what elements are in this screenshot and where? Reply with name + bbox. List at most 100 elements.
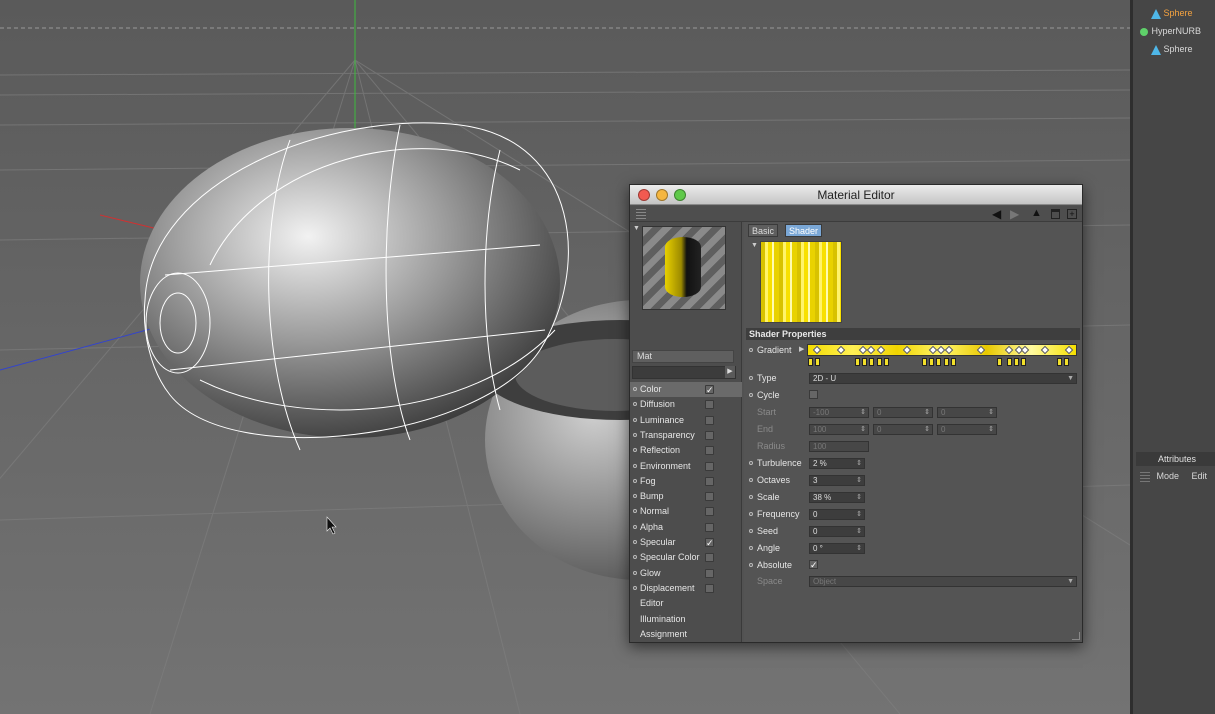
octaves-field[interactable]: 3 ⇕ (809, 475, 865, 486)
gradient-handle[interactable] (922, 358, 927, 366)
expand-gradient-icon[interactable]: ▶ (799, 345, 804, 353)
gradient-knot[interactable] (1040, 345, 1050, 355)
animate-dot-icon[interactable] (749, 546, 753, 550)
animate-dot-icon[interactable] (749, 495, 753, 499)
gradient-handle[interactable] (929, 358, 934, 366)
gradient-handle[interactable] (862, 358, 867, 366)
stepper-arrows-icon[interactable]: ⇕ (856, 544, 862, 553)
back-arrow-icon[interactable]: ◀ (992, 207, 1001, 221)
channel-checkbox[interactable] (705, 568, 714, 578)
channel-item-fog[interactable]: Fog (630, 474, 742, 489)
channel-item-editor[interactable]: Editor (630, 596, 742, 611)
angle-field[interactable]: 0 ° ⇕ (809, 543, 865, 554)
gradient-handle[interactable] (1007, 358, 1012, 366)
channel-checkbox[interactable] (705, 492, 714, 502)
stepper-arrows-icon[interactable]: ⇕ (856, 493, 862, 502)
channel-item-displacement[interactable]: Displacement (630, 581, 742, 596)
channel-item-diffusion[interactable]: Diffusion (630, 397, 742, 412)
channel-checkbox[interactable] (705, 461, 714, 471)
channel-item-bump[interactable]: Bump (630, 489, 742, 504)
material-subfield[interactable]: ▶ (632, 366, 736, 379)
animate-dot-icon[interactable] (749, 393, 753, 397)
channel-item-color[interactable]: Color ✓ (630, 382, 742, 397)
animate-dot-icon[interactable] (749, 461, 753, 465)
channel-item-environment[interactable]: Environment (630, 459, 742, 474)
channel-item-illumination[interactable]: Illumination (630, 612, 742, 627)
object-row-hypernurbs[interactable]: HyperNURB (1139, 26, 1201, 42)
play-arrow-icon[interactable]: ▶ (725, 366, 735, 378)
forward-arrow-icon[interactable]: ▶ (1010, 207, 1019, 221)
gradient-knot[interactable] (1064, 345, 1074, 355)
stepper-arrows-icon[interactable]: ⇕ (856, 476, 862, 485)
material-name-field[interactable]: Mat (632, 350, 734, 363)
channel-item-alpha[interactable]: Alpha (630, 520, 742, 535)
channel-item-specular[interactable]: Specular ✓ (630, 535, 742, 550)
animate-dot-icon[interactable] (749, 478, 753, 482)
menu-mode[interactable]: Mode (1157, 471, 1180, 481)
gradient-handle[interactable] (936, 358, 941, 366)
absolute-checkbox[interactable]: ✓ (809, 560, 818, 570)
material-editor-titlebar[interactable]: Material Editor (630, 185, 1082, 205)
gradient-knot[interactable] (812, 345, 822, 355)
gradient-knot[interactable] (836, 345, 846, 355)
animate-dot-icon[interactable] (749, 512, 753, 516)
material-preview[interactable] (642, 226, 726, 310)
menu-edit[interactable]: Edit (1192, 471, 1208, 481)
gradient-bar[interactable] (807, 344, 1077, 356)
channel-item-specular-color[interactable]: Specular Color (630, 550, 742, 565)
animate-dot-icon[interactable] (749, 563, 753, 567)
animate-dot-icon[interactable] (749, 348, 753, 352)
gradient-knot[interactable] (944, 345, 954, 355)
stepper-arrows-icon[interactable]: ⇕ (856, 527, 862, 536)
object-row-sphere[interactable]: Sphere (1151, 8, 1193, 24)
gradient-handle[interactable] (808, 358, 813, 366)
gradient-knot[interactable] (876, 345, 886, 355)
tab-basic[interactable]: Basic (748, 224, 779, 237)
channel-checkbox[interactable] (705, 583, 714, 593)
animate-dot-icon[interactable] (749, 376, 753, 380)
channel-checkbox[interactable] (705, 553, 714, 563)
gradient-handle[interactable] (884, 358, 889, 366)
gradient-handle[interactable] (997, 358, 1002, 366)
gradient-knot[interactable] (1020, 345, 1030, 355)
channel-checkbox[interactable] (705, 430, 714, 440)
channel-checkbox[interactable] (705, 476, 714, 486)
seed-field[interactable]: 0 ⇕ (809, 526, 865, 537)
channel-checkbox[interactable] (705, 415, 714, 425)
gradient-knot[interactable] (902, 345, 912, 355)
channel-checkbox[interactable] (705, 400, 714, 410)
stepper-arrows-icon[interactable]: ⇕ (856, 459, 862, 468)
gradient-handle[interactable] (1057, 358, 1062, 366)
channel-item-luminance[interactable]: Luminance (630, 413, 742, 428)
tab-shader[interactable]: Shader (785, 224, 823, 237)
gradient-handle[interactable] (877, 358, 882, 366)
gradient-handle[interactable] (1021, 358, 1026, 366)
gradient-handle[interactable] (815, 358, 820, 366)
channel-item-normal[interactable]: Normal (630, 504, 742, 519)
lock-icon[interactable] (1051, 209, 1060, 219)
animate-dot-icon[interactable] (749, 529, 753, 533)
channel-item-reflection[interactable]: Reflection (630, 443, 742, 458)
channel-checkbox[interactable]: ✓ (705, 538, 714, 548)
channel-checkbox[interactable] (705, 522, 714, 532)
resize-grip-icon[interactable] (1072, 632, 1080, 640)
scale-field[interactable]: 38 % ⇕ (809, 492, 865, 503)
gradient-handle[interactable] (855, 358, 860, 366)
collapse-triangle-icon[interactable]: ▼ (633, 225, 640, 232)
stepper-arrows-icon[interactable]: ⇕ (856, 510, 862, 519)
new-panel-icon[interactable]: + (1067, 209, 1077, 219)
turbulence-field[interactable]: 2 % ⇕ (809, 458, 865, 469)
gradient-knot[interactable] (1004, 345, 1014, 355)
gradient-knot[interactable] (866, 345, 876, 355)
channel-item-glow[interactable]: Glow (630, 566, 742, 581)
object-row-sphere-2[interactable]: Sphere (1151, 44, 1193, 60)
type-dropdown[interactable]: 2D - U ▼ (809, 373, 1077, 384)
channel-item-transparency[interactable]: Transparency (630, 428, 742, 443)
gradient-handle[interactable] (944, 358, 949, 366)
gradient-handle[interactable] (869, 358, 874, 366)
channel-checkbox[interactable] (705, 507, 714, 517)
gradient-handle[interactable] (1014, 358, 1019, 366)
channel-item-assignment[interactable]: Assignment (630, 627, 742, 642)
frequency-field[interactable]: 0 ⇕ (809, 509, 865, 520)
collapse-triangle-icon[interactable]: ▼ (751, 242, 758, 249)
